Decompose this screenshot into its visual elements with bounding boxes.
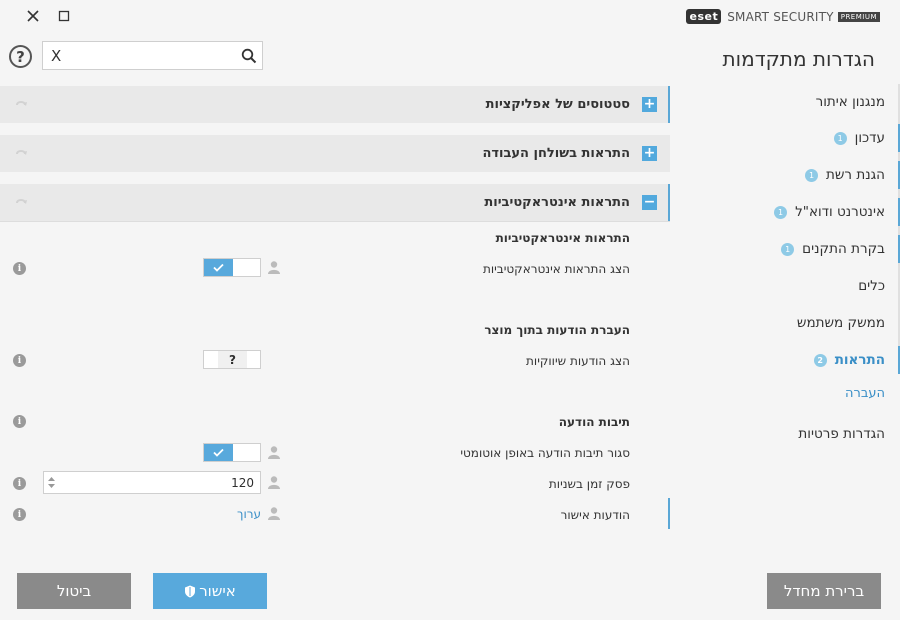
info-icon[interactable]: i [13,508,26,521]
sidebar-item-web-and-email[interactable]: אינטרנט ודוא"ל 1 [670,194,900,230]
notification-badge: 1 [833,131,847,145]
sidebar-item-privacy-settings[interactable]: הגדרות פרטיות [670,416,885,452]
checkmark-icon [213,448,224,457]
info-icon[interactable]: i [13,262,26,275]
collapse-button[interactable]: − [642,195,657,210]
user-icon [268,507,280,520]
group-title-in-product-messaging: העברת הודעות בתוך מוצר [484,323,630,337]
close-button[interactable] [24,7,42,25]
timeout-seconds-spinner[interactable]: 120 [43,471,261,494]
sidebar-item-detection-engine[interactable]: מנגנון איתור [670,84,885,120]
sidebar-item-tools[interactable]: כלים [670,268,885,304]
section-application-statuses[interactable]: + סטטוסים של אפליקציות [0,86,670,123]
show-marketing-messages-toggle[interactable]: ? [203,350,261,369]
user-icon [268,476,280,489]
cancel-button[interactable]: ביטול [17,573,131,609]
edit-confirmations-link[interactable]: ערוך [237,507,261,521]
stepper-arrows-icon[interactable] [47,475,56,490]
info-icon[interactable]: i [13,354,26,367]
clear-search-button[interactable]: X [51,47,61,65]
section-desktop-notifications[interactable]: + התראות בשולחן העבודה [0,135,670,172]
auto-close-message-boxes-toggle[interactable] [203,443,261,462]
show-interactive-alerts-toggle[interactable] [203,258,261,277]
show-interactive-alerts-label: הצג התראות אינטראקטיביות [482,262,630,276]
expand-button[interactable]: + [642,97,657,112]
section-interactive-alerts[interactable]: − התראות אינטראקטיביות [0,184,670,221]
notification-badge: 1 [774,205,788,219]
search-input[interactable] [71,45,235,67]
shield-icon [185,585,196,597]
revert-icon[interactable] [14,196,28,208]
timeout-seconds-value[interactable]: 120 [231,476,254,490]
search-icon[interactable] [241,48,257,64]
confirmation-messages-label: הודעות אישור [560,508,630,522]
sidebar-subitem-forwarding[interactable]: העברה [670,375,885,411]
page-title: הגדרות מתקדמות [722,47,875,71]
product-name: SMART SECURITY [727,9,834,24]
checkmark-icon [213,263,224,272]
notification-badge: 1 [781,242,795,256]
maximize-icon [58,10,70,22]
sidebar-item-notifications[interactable]: התראות 2 [670,342,900,378]
ok-button[interactable]: אישור [153,573,267,609]
timeout-seconds-label: פסק זמן בשניות [548,477,630,491]
user-icon [268,446,280,459]
info-icon[interactable]: i [13,477,26,490]
expand-button[interactable]: + [642,146,657,161]
eset-logo: eset [686,9,722,24]
auto-close-message-boxes-label: סגור תיבות הודעה באופן אוטומטי [460,446,630,460]
maximize-button[interactable] [55,7,73,25]
product-logo: eset SMART SECURITY PREMIUM [686,9,880,24]
sidebar-item-update[interactable]: עדכון 1 [670,120,900,156]
info-icon[interactable]: i [13,415,26,428]
group-title-message-boxes: תיבות הודעה [558,415,630,429]
sidebar-item-user-interface[interactable]: ממשק משתמש [670,305,885,341]
revert-icon[interactable] [14,98,28,110]
sidebar-item-device-control[interactable]: בקרת התקנים 1 [670,231,900,267]
edition-badge: PREMIUM [837,11,880,22]
search-box[interactable]: X [42,41,263,70]
close-icon [27,10,39,22]
help-button[interactable]: ? [9,45,32,68]
show-marketing-messages-label: הצג הודעות שיווקיות [526,354,630,368]
sidebar-item-network-protection[interactable]: הגנת רשת 1 [670,157,900,193]
notification-badge: 1 [804,168,818,182]
revert-icon[interactable] [14,147,28,159]
default-button[interactable]: ברירת מחדל [767,573,881,609]
user-icon [268,261,280,274]
group-title-interactive-alerts: התראות אינטראקטיביות [495,231,630,245]
notification-badge: 2 [813,353,827,367]
